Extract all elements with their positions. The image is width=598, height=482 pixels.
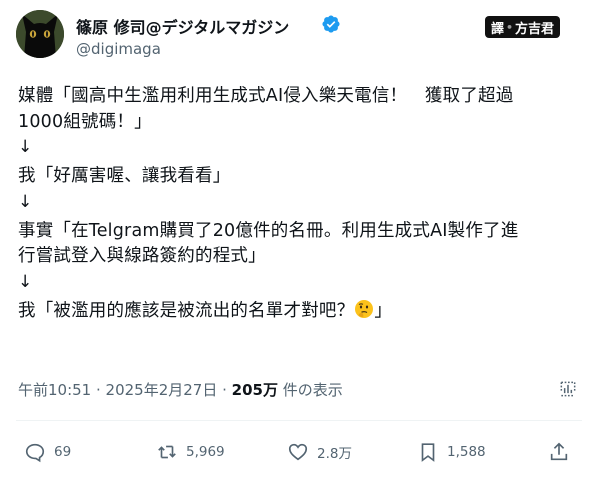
share-icon [550, 442, 568, 461]
repost-icon [158, 445, 176, 459]
tweet-line: 行嘗試登入與線路簽約的程式」 [18, 246, 266, 266]
watermark-left: 譯 [491, 21, 505, 37]
author-handle[interactable]: @digimaga [76, 40, 161, 58]
like-button[interactable]: 2.8万 [287, 441, 352, 463]
views-count: 205万 [231, 381, 278, 399]
reply-icon [25, 443, 45, 463]
tweet-line-last: 我「被濫用的應該是被流出的名單才對吧？ 」 [18, 299, 588, 325]
tweet-time[interactable]: 午前10:51 [18, 381, 91, 399]
tweet-arrow: ↓ [18, 137, 33, 157]
bookmark-button[interactable]: 1,588 [417, 441, 486, 463]
like-count: 2.8万 [317, 446, 352, 462]
meta-separator: · [91, 381, 106, 399]
author-display-name[interactable]: 篠原 修司@デジタルマガジン [76, 14, 289, 38]
watermark-right: 方吉君 [515, 21, 555, 37]
tweet-line: 媒體「國高中生濫用利用生成式AI侵入樂天電信！ 獲取了超過 [18, 86, 514, 106]
views-label: 件の表示 [277, 381, 343, 399]
tweet-arrow: ↓ [18, 191, 33, 212]
analytics-icon[interactable] [558, 379, 578, 399]
translator-watermark: 譯 • 方吉君 [485, 16, 561, 38]
tweet-line: 我「好厲害喔、讓我看看」 [18, 166, 231, 186]
avatar[interactable] [16, 10, 64, 58]
tweet-line-text: 我「被濫用的應該是被流出的名單才對吧？ [18, 300, 355, 321]
watermark-dot: • [506, 20, 514, 34]
repost-count: 5,969 [186, 444, 225, 460]
bookmark-count: 1,588 [447, 444, 486, 460]
bookmark-icon [421, 443, 435, 462]
black-cat-avatar-image [16, 10, 64, 58]
tweet-date[interactable]: 2025年2月27日 [106, 381, 218, 399]
divider [16, 420, 582, 421]
reply-count: 69 [54, 444, 72, 460]
tweet-arrow: ↓ [18, 271, 33, 292]
tweet-line-text: 」 [374, 300, 393, 321]
heart-icon [288, 443, 308, 461]
tweet-line: 事實「在Telgram購買了20億件的名冊。利用生成式AI製作了進 [18, 220, 519, 241]
meta-separator: · [217, 381, 232, 399]
repost-button[interactable]: 5,969 [156, 441, 225, 463]
share-button[interactable] [548, 441, 570, 463]
verified-badge-icon[interactable] [321, 14, 341, 34]
tweet-text: 媒體「國高中生濫用利用生成式AI侵入樂天電信！ 獲取了超過 1000組號碼！」 … [18, 84, 588, 324]
reply-button[interactable]: 69 [24, 441, 71, 463]
thinking-face-emoji [354, 299, 374, 319]
tweet-meta: 午前10:51 · 2025年2月27日 · 205万 件の表示 [18, 379, 343, 400]
tweet-line: 1000組號碼！」 [18, 111, 152, 132]
